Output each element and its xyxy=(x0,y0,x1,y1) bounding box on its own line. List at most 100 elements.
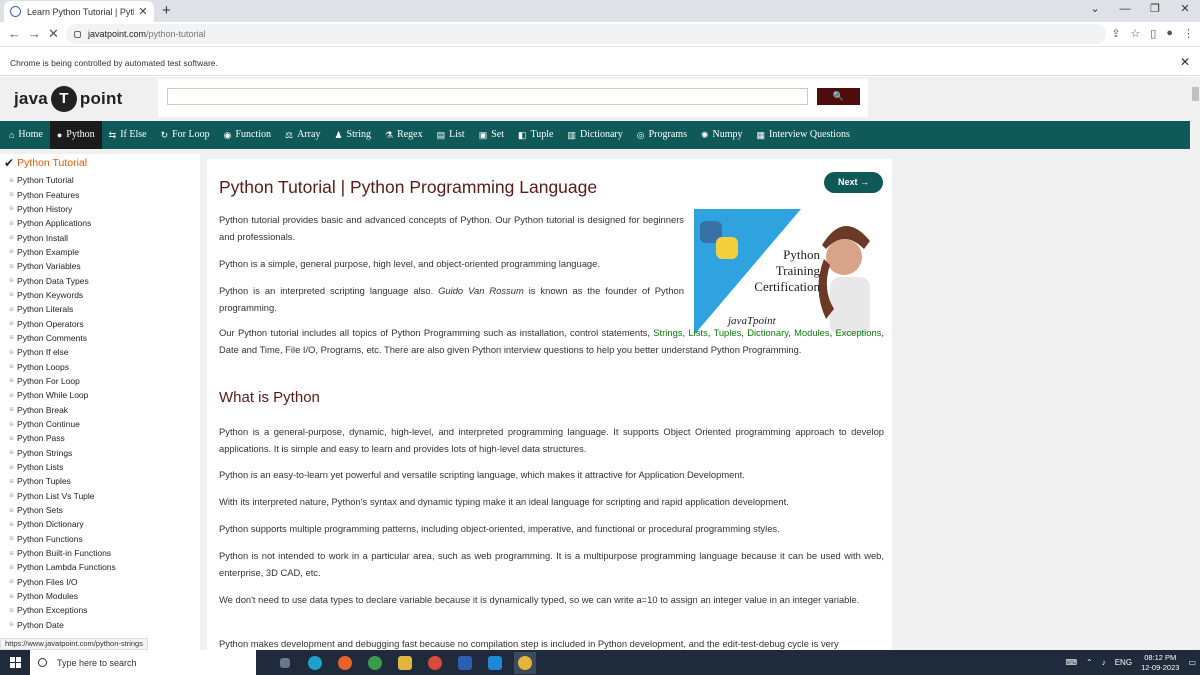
topic-link[interactable]: Tuples xyxy=(713,327,741,338)
forward-icon[interactable]: → xyxy=(28,26,41,41)
sidebar-item[interactable]: ⊕ Python Features xyxy=(9,187,116,201)
sidebar-item[interactable]: ⊕ Python Lambda Functions xyxy=(9,560,116,574)
menu-item-interview-questions[interactable]: ▦ Interview Questions xyxy=(750,121,857,149)
sidebar-item[interactable]: ⊕ Python Modules xyxy=(9,589,116,603)
sidebar-item[interactable]: ⊕ Python Sets xyxy=(9,503,116,517)
section-heading: What is Python xyxy=(219,389,320,406)
edge-icon[interactable] xyxy=(304,652,326,674)
sidebar-item[interactable]: ⊕ Python Functions xyxy=(9,532,116,546)
site-search-button[interactable]: 🔍 xyxy=(817,88,860,105)
sidebar-item[interactable]: ⊕ Python While Loop xyxy=(9,388,116,402)
topic-link[interactable]: Strings xyxy=(653,327,682,338)
tab-close-icon[interactable]: ✕ xyxy=(138,5,148,18)
sidebar-item[interactable]: ⊕ Python Literals xyxy=(9,302,116,316)
sidebar-item[interactable]: ⊕ Python Comments xyxy=(9,331,116,345)
share-icon[interactable]: ⇪ xyxy=(1111,27,1120,40)
topic-link[interactable]: Lists xyxy=(688,327,707,338)
menu-item-list[interactable]: ▤ List xyxy=(430,121,472,149)
clock[interactable]: 08:12 PM 12-09-2023 xyxy=(1141,653,1179,673)
word-icon[interactable] xyxy=(454,652,476,674)
sidebar-item[interactable]: ⊕ Python Built-in Functions xyxy=(9,546,116,560)
menu-item-python[interactable]: ● Python xyxy=(49,121,102,149)
firefox-icon[interactable] xyxy=(334,652,356,674)
page-scrollbar[interactable] xyxy=(1190,77,1200,650)
menu-item-tuple[interactable]: ◧ Tuple xyxy=(511,121,561,149)
topic-link[interactable]: Exceptions xyxy=(836,327,882,338)
sidebar-item[interactable]: ⊕ Python Tutorial xyxy=(9,173,116,187)
minimize-icon[interactable]: — xyxy=(1110,0,1140,22)
menu-item-programs[interactable]: ◎ Programs xyxy=(630,121,694,149)
sidebar-item[interactable]: ⊕ Python Date xyxy=(9,618,116,632)
sidebar-item[interactable]: ⊕ Python Keywords xyxy=(9,288,116,302)
scrollbar-thumb[interactable] xyxy=(1192,87,1199,101)
topic-link[interactable]: Modules xyxy=(794,327,829,338)
sidebar-item[interactable]: ⊕ Python If else xyxy=(9,345,116,359)
sidebar-item[interactable]: ⊕ Python Operators xyxy=(9,316,116,330)
topic-link[interactable]: Dictionary xyxy=(747,327,788,338)
next-button[interactable]: Next → xyxy=(824,172,883,193)
restore-icon[interactable]: ❐ xyxy=(1140,0,1170,22)
vscode-icon[interactable] xyxy=(484,652,506,674)
menu-item-function[interactable]: ◉ Function xyxy=(217,121,278,149)
chrome-active-icon[interactable] xyxy=(514,651,536,674)
back-icon[interactable]: ← xyxy=(8,26,21,41)
window-close-icon[interactable]: ✕ xyxy=(1170,0,1200,22)
site-search-input[interactable] xyxy=(167,88,808,105)
stop-icon[interactable]: ✕ xyxy=(48,26,59,42)
sidebar-item[interactable]: ⊕ Python History xyxy=(9,202,116,216)
sidebar-item[interactable]: ⊕ Python Strings xyxy=(9,446,116,460)
sidebar-item[interactable]: ⊕ Python Pass xyxy=(9,431,116,445)
sidebar-item[interactable]: ⊕ Python Dictionary xyxy=(9,517,116,531)
start-button[interactable] xyxy=(0,650,30,675)
sidebar-item[interactable]: ⊕ Python List Vs Tuple xyxy=(9,489,116,503)
sidebar-item[interactable]: ⊕ Python For Loop xyxy=(9,374,116,388)
url-path: /python-tutorial xyxy=(146,29,206,39)
address-bar[interactable]: javatpoint.com/python-tutorial xyxy=(66,24,1106,44)
chrome-dev-icon[interactable] xyxy=(364,652,386,674)
profile-icon[interactable]: ● xyxy=(1166,27,1173,40)
expand-icon: ⊕ xyxy=(9,364,15,371)
file-explorer-icon[interactable] xyxy=(394,652,416,674)
clock-time: 08:12 PM xyxy=(1144,652,1177,662)
notification-icon[interactable]: ▭ xyxy=(1188,658,1196,667)
chrome-icon[interactable] xyxy=(424,652,446,674)
menu-item-numpy[interactable]: ✺ Numpy xyxy=(694,121,750,149)
menu-item-set[interactable]: ▣ Set xyxy=(472,121,511,149)
sidebar-item[interactable]: ⊕ Python Continue xyxy=(9,417,116,431)
volume-icon[interactable]: ♪ xyxy=(1102,658,1106,667)
sidebar-item[interactable]: ⊕ Python Loops xyxy=(9,359,116,373)
menu-item-dictionary[interactable]: ▥ Dictionary xyxy=(560,121,629,149)
sidebar-item[interactable]: ⊕ Python Files I/O xyxy=(9,575,116,589)
keyboard-icon[interactable]: ⌨ xyxy=(1065,658,1077,667)
sidebar-item[interactable]: ⊕ Python Applications xyxy=(9,216,116,230)
tab-search-icon[interactable]: ⌄ xyxy=(1080,0,1110,22)
task-view-icon[interactable] xyxy=(274,652,296,674)
sidebar-item[interactable]: ⊕ Python Exceptions xyxy=(9,603,116,617)
menu-dots-icon[interactable]: ⋮ xyxy=(1183,27,1194,40)
taskbar-search[interactable]: Type here to search xyxy=(30,650,256,675)
new-tab-button[interactable]: + xyxy=(162,2,171,19)
menu-item-if-else[interactable]: ⇆ If Else xyxy=(102,121,154,149)
sidebar-item[interactable]: ⊕ Python Example xyxy=(9,245,116,259)
sidebar-item[interactable]: ⊕ Python Install xyxy=(9,230,116,244)
lang-indicator[interactable]: ENG xyxy=(1115,658,1132,667)
menu-item-string[interactable]: ♟ String xyxy=(327,121,378,149)
sidebar-item[interactable]: ⊕ Python Data Types xyxy=(9,273,116,287)
sidebar-item[interactable]: ⊕ Python Tuples xyxy=(9,474,116,488)
site-logo[interactable]: java T point xyxy=(14,86,122,112)
menu-item-for-loop[interactable]: ↻ For Loop xyxy=(154,121,217,149)
sidebar-item-label: Python Applications xyxy=(17,218,92,229)
tray-chevron-icon[interactable]: ⌃ xyxy=(1086,658,1093,667)
sidebar-item[interactable]: ⊕ Python Variables xyxy=(9,259,116,273)
training-banner[interactable]: Python Training Certification javaTpoint xyxy=(694,209,884,337)
sidebar-item[interactable]: ⊕ Python Break xyxy=(9,403,116,417)
menu-item-regex[interactable]: ⚗ Regex xyxy=(378,121,430,149)
menu-item-array[interactable]: ⚖ Array xyxy=(278,121,327,149)
menu-item-home[interactable]: ⌂ Home xyxy=(2,121,50,149)
sidebar-heading[interactable]: ✔ Python Tutorial xyxy=(4,156,87,170)
side-panel-icon[interactable]: ▯ xyxy=(1150,27,1156,40)
bookmark-star-icon[interactable]: ☆ xyxy=(1130,27,1140,40)
infobar-close-icon[interactable]: ✕ xyxy=(1180,55,1190,69)
sidebar-item[interactable]: ⊕ Python Lists xyxy=(9,460,116,474)
browser-tab[interactable]: Learn Python Tutorial | Python P ✕ xyxy=(4,1,154,22)
